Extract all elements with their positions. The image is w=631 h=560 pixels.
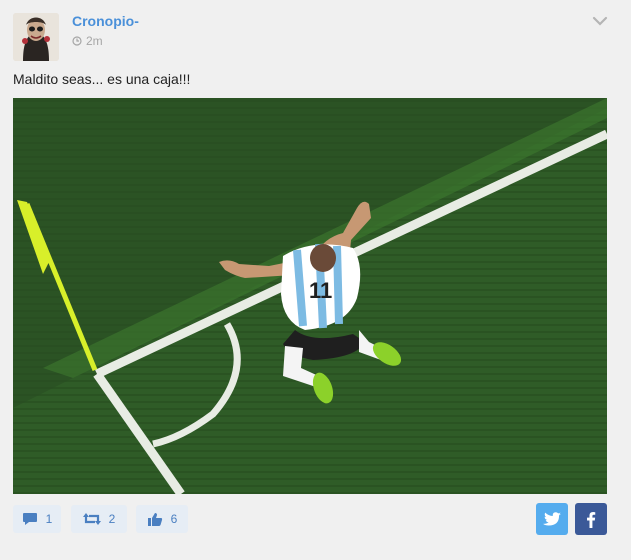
comment-button[interactable]: 1 [13, 505, 61, 533]
avatar-image [13, 13, 59, 61]
author-name[interactable]: Cronopio- [72, 13, 139, 29]
post-card: Cronopio- 2m Maldito seas... es una caja… [0, 0, 631, 560]
thumbs-up-icon [147, 512, 162, 526]
post-photo: 11 [13, 98, 607, 494]
twitter-share-button[interactable] [536, 503, 568, 535]
like-count: 6 [170, 512, 178, 526]
retweet-count: 2 [108, 512, 116, 526]
retweet-icon [82, 513, 101, 525]
facebook-icon [587, 511, 596, 528]
post-text: Maldito seas... es una caja!!! [13, 71, 191, 87]
chevron-down-icon[interactable] [592, 14, 608, 28]
jersey-number: 11 [309, 278, 332, 303]
like-button[interactable]: 6 [136, 505, 188, 533]
post-image[interactable]: 11 [13, 98, 607, 494]
post-time: 2m [72, 34, 103, 48]
comment-icon [22, 513, 37, 525]
comment-count: 1 [45, 512, 53, 526]
clock-icon [72, 36, 82, 46]
retweet-button[interactable]: 2 [71, 505, 127, 533]
twitter-icon [543, 511, 561, 525]
facebook-share-button[interactable] [575, 503, 607, 535]
time-label: 2m [86, 34, 103, 48]
avatar[interactable] [13, 13, 59, 61]
